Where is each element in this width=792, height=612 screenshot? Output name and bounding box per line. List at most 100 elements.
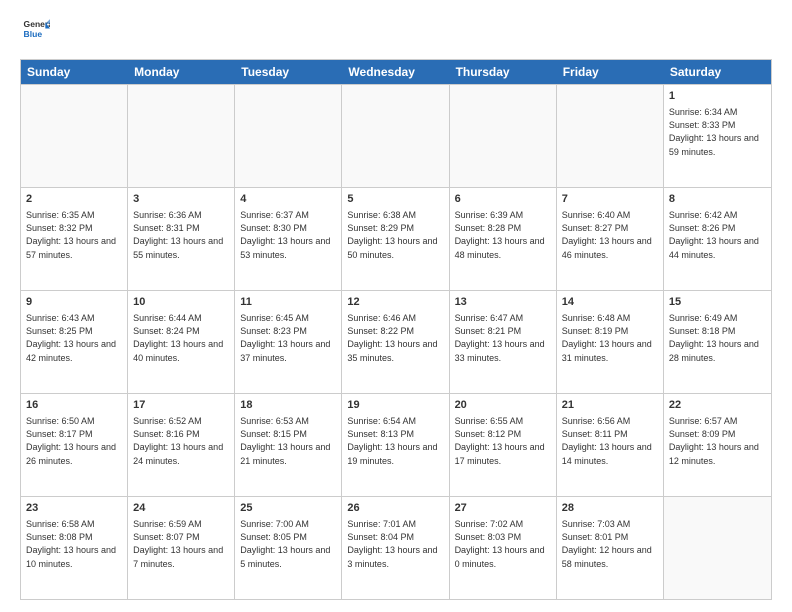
day-cell: 24 Sunrise: 6:59 AM Sunset: 8:07 PM Dayli…: [128, 497, 235, 599]
calendar-week-row: 2 Sunrise: 6:35 AM Sunset: 8:32 PM Daylig…: [21, 187, 771, 290]
day-number: 12: [347, 295, 443, 310]
day-cell: 22 Sunrise: 6:57 AM Sunset: 8:09 PM Dayli…: [664, 394, 771, 496]
empty-cell: [128, 85, 235, 187]
day-number: 1: [669, 89, 766, 104]
day-cell: 21 Sunrise: 6:56 AM Sunset: 8:11 PM Dayli…: [557, 394, 664, 496]
day-cell: 5 Sunrise: 6:38 AM Sunset: 8:29 PM Daylig…: [342, 188, 449, 290]
day-number: 8: [669, 192, 766, 207]
day-number: 13: [455, 295, 551, 310]
day-number: 19: [347, 398, 443, 413]
day-number: 27: [455, 501, 551, 516]
empty-cell: [557, 85, 664, 187]
calendar-header-cell: Thursday: [450, 60, 557, 84]
day-cell: 1 Sunrise: 6:34 AM Sunset: 8:33 PM Daylig…: [664, 85, 771, 187]
day-number: 14: [562, 295, 658, 310]
calendar-week-row: 23 Sunrise: 6:58 AM Sunset: 8:08 PM Dayli…: [21, 496, 771, 599]
calendar-body: 1 Sunrise: 6:34 AM Sunset: 8:33 PM Daylig…: [21, 84, 771, 599]
day-cell: 28Sunrise: 7:03 AM Sunset: 8:01 PM Dayli…: [557, 497, 664, 599]
day-number: 11: [240, 295, 336, 310]
day-cell: 2 Sunrise: 6:35 AM Sunset: 8:32 PM Daylig…: [21, 188, 128, 290]
day-number: 5: [347, 192, 443, 207]
day-info: Sunrise: 6:57 AM Sunset: 8:09 PM Dayligh…: [669, 415, 766, 467]
day-number: 22: [669, 398, 766, 413]
day-cell: 7 Sunrise: 6:40 AM Sunset: 8:27 PM Daylig…: [557, 188, 664, 290]
day-number: 26: [347, 501, 443, 516]
day-info: Sunrise: 6:58 AM Sunset: 8:08 PM Dayligh…: [26, 518, 122, 570]
day-info: Sunrise: 6:35 AM Sunset: 8:32 PM Dayligh…: [26, 209, 122, 261]
day-info: Sunrise: 6:47 AM Sunset: 8:21 PM Dayligh…: [455, 312, 551, 364]
day-number: 2: [26, 192, 122, 207]
logo-icon: General Blue: [22, 16, 50, 44]
svg-text:Blue: Blue: [24, 29, 43, 39]
day-cell: 4 Sunrise: 6:37 AM Sunset: 8:30 PM Daylig…: [235, 188, 342, 290]
calendar-week-row: 9Sunrise: 6:43 AM Sunset: 8:25 PM Daylig…: [21, 290, 771, 393]
day-number: 10: [133, 295, 229, 310]
day-number: 25: [240, 501, 336, 516]
day-number: 9: [26, 295, 122, 310]
day-info: Sunrise: 7:00 AM Sunset: 8:05 PM Dayligh…: [240, 518, 336, 570]
day-number: 20: [455, 398, 551, 413]
day-info: Sunrise: 6:34 AM Sunset: 8:33 PM Dayligh…: [669, 106, 766, 158]
day-number: 17: [133, 398, 229, 413]
day-info: Sunrise: 6:37 AM Sunset: 8:30 PM Dayligh…: [240, 209, 336, 261]
day-number: 3: [133, 192, 229, 207]
empty-cell: [450, 85, 557, 187]
day-info: Sunrise: 6:42 AM Sunset: 8:26 PM Dayligh…: [669, 209, 766, 261]
day-cell: 12 Sunrise: 6:46 AM Sunset: 8:22 PM Dayli…: [342, 291, 449, 393]
calendar-week-row: 16Sunrise: 6:50 AM Sunset: 8:17 PM Dayli…: [21, 393, 771, 496]
empty-cell: [664, 497, 771, 599]
empty-cell: [235, 85, 342, 187]
day-number: 16: [26, 398, 122, 413]
day-info: Sunrise: 6:46 AM Sunset: 8:22 PM Dayligh…: [347, 312, 443, 364]
day-cell: 14 Sunrise: 6:48 AM Sunset: 8:19 PM Dayli…: [557, 291, 664, 393]
day-cell: 18Sunrise: 6:53 AM Sunset: 8:15 PM Dayli…: [235, 394, 342, 496]
day-cell: 10 Sunrise: 6:44 AM Sunset: 8:24 PM Dayli…: [128, 291, 235, 393]
calendar-header-row: SundayMondayTuesdayWednesdayThursdayFrid…: [21, 60, 771, 84]
day-info: Sunrise: 6:55 AM Sunset: 8:12 PM Dayligh…: [455, 415, 551, 467]
day-number: 28: [562, 501, 658, 516]
day-info: Sunrise: 6:48 AM Sunset: 8:19 PM Dayligh…: [562, 312, 658, 364]
calendar-header-cell: Sunday: [21, 60, 128, 84]
day-info: Sunrise: 6:38 AM Sunset: 8:29 PM Dayligh…: [347, 209, 443, 261]
day-cell: 17 Sunrise: 6:52 AM Sunset: 8:16 PM Dayli…: [128, 394, 235, 496]
calendar-header-cell: Monday: [128, 60, 235, 84]
day-info: Sunrise: 6:56 AM Sunset: 8:11 PM Dayligh…: [562, 415, 658, 467]
day-cell: 15 Sunrise: 6:49 AM Sunset: 8:18 PM Dayli…: [664, 291, 771, 393]
day-number: 4: [240, 192, 336, 207]
day-cell: 25 Sunrise: 7:00 AM Sunset: 8:05 PM Dayli…: [235, 497, 342, 599]
day-cell: 9Sunrise: 6:43 AM Sunset: 8:25 PM Daylig…: [21, 291, 128, 393]
day-info: Sunrise: 6:44 AM Sunset: 8:24 PM Dayligh…: [133, 312, 229, 364]
day-number: 21: [562, 398, 658, 413]
day-info: Sunrise: 6:49 AM Sunset: 8:18 PM Dayligh…: [669, 312, 766, 364]
day-cell: 13 Sunrise: 6:47 AM Sunset: 8:21 PM Dayli…: [450, 291, 557, 393]
day-cell: 8 Sunrise: 6:42 AM Sunset: 8:26 PM Daylig…: [664, 188, 771, 290]
day-number: 24: [133, 501, 229, 516]
day-cell: 27 Sunrise: 7:02 AM Sunset: 8:03 PM Dayli…: [450, 497, 557, 599]
day-info: Sunrise: 6:39 AM Sunset: 8:28 PM Dayligh…: [455, 209, 551, 261]
day-cell: 19 Sunrise: 6:54 AM Sunset: 8:13 PM Dayli…: [342, 394, 449, 496]
header: General Blue: [20, 16, 772, 49]
day-info: Sunrise: 6:53 AM Sunset: 8:15 PM Dayligh…: [240, 415, 336, 467]
calendar-header-cell: Friday: [557, 60, 664, 84]
day-cell: 20 Sunrise: 6:55 AM Sunset: 8:12 PM Dayli…: [450, 394, 557, 496]
day-cell: 6 Sunrise: 6:39 AM Sunset: 8:28 PM Daylig…: [450, 188, 557, 290]
day-number: 6: [455, 192, 551, 207]
day-number: 7: [562, 192, 658, 207]
day-info: Sunrise: 6:52 AM Sunset: 8:16 PM Dayligh…: [133, 415, 229, 467]
day-info: Sunrise: 6:36 AM Sunset: 8:31 PM Dayligh…: [133, 209, 229, 261]
day-info: Sunrise: 6:40 AM Sunset: 8:27 PM Dayligh…: [562, 209, 658, 261]
day-info: Sunrise: 7:01 AM Sunset: 8:04 PM Dayligh…: [347, 518, 443, 570]
empty-cell: [342, 85, 449, 187]
day-number: 23: [26, 501, 122, 516]
empty-cell: [21, 85, 128, 187]
day-info: Sunrise: 6:54 AM Sunset: 8:13 PM Dayligh…: [347, 415, 443, 467]
calendar-week-row: 1 Sunrise: 6:34 AM Sunset: 8:33 PM Daylig…: [21, 84, 771, 187]
day-cell: 3 Sunrise: 6:36 AM Sunset: 8:31 PM Daylig…: [128, 188, 235, 290]
day-info: Sunrise: 6:45 AM Sunset: 8:23 PM Dayligh…: [240, 312, 336, 364]
day-info: Sunrise: 6:59 AM Sunset: 8:07 PM Dayligh…: [133, 518, 229, 570]
day-number: 15: [669, 295, 766, 310]
calendar-header-cell: Tuesday: [235, 60, 342, 84]
logo: General Blue: [20, 16, 50, 49]
day-cell: 26 Sunrise: 7:01 AM Sunset: 8:04 PM Dayli…: [342, 497, 449, 599]
day-info: Sunrise: 7:02 AM Sunset: 8:03 PM Dayligh…: [455, 518, 551, 570]
